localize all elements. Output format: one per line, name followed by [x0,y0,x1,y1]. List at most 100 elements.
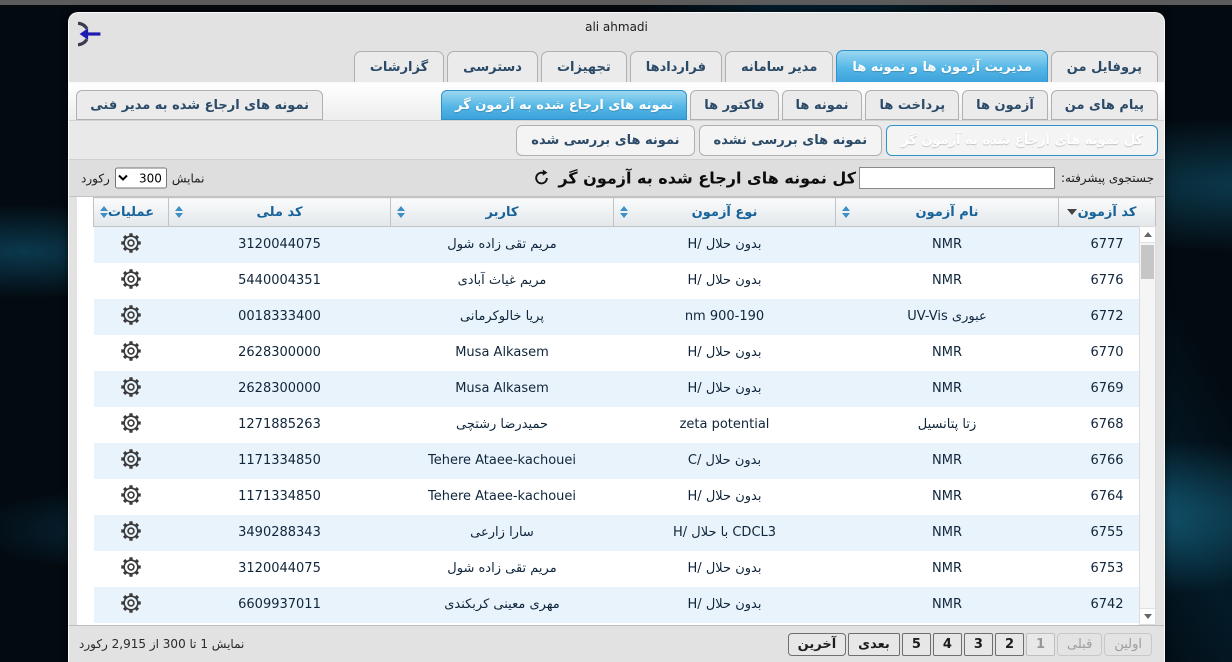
tab-tests[interactable]: آزمون ها [962,90,1048,120]
settings-gear-button[interactable] [118,518,144,544]
cell-test-type: H/ بدون حلال [614,335,836,371]
cell-national-id: 6609937011 [169,587,391,623]
cell-operations [94,263,169,299]
cell-user: پریا خالوکرمانی [391,299,614,335]
cell-national-id: 2628300000 [169,335,391,371]
table-toolbar: جستجوی پیشرفته: کل نمونه های ارجاع شده ب… [69,160,1164,197]
cell-test-type: H/ بدون حلال [614,587,836,623]
gear-icon [118,266,144,292]
cell-test-type: nm 900-190 [614,299,836,335]
table-row: 6766 NMR C/ بدون حلال Tehere Ataee-kacho… [94,443,1156,479]
tab-system-admin[interactable]: مدیر سامانه [725,51,833,82]
column-header-test-type[interactable]: نوع آزمون [614,198,836,227]
up-arrow-icon [1144,232,1152,237]
column-header-test-code[interactable]: کد آزمون [1059,198,1156,227]
tab-unreviewed-samples[interactable]: نمونه های بررسی نشده [699,125,883,156]
column-header-national-id[interactable]: کد ملی [169,198,391,227]
settings-gear-button[interactable] [118,590,144,616]
cell-operations [94,587,169,623]
table-row: 6764 NMR H/ بدون حلال Tehere Ataee-kacho… [94,479,1156,515]
cell-operations [94,299,169,335]
records-label: رکورد [81,171,110,185]
settings-gear-button[interactable] [118,374,144,400]
tab-equipment[interactable]: تجهیزات [541,51,627,82]
tab-samples-referred-to-technical-manager[interactable]: نمونه های ارجاع شده به مدیر فنی [76,90,323,120]
cell-test-name: UV-Vis عبوری [836,299,1059,335]
table-row: 6777 NMR H/ بدون حلال مریم تقی زاده شول … [94,227,1156,263]
cell-operations [94,443,169,479]
cell-test-name: NMR [836,371,1059,407]
cell-national-id: 1171334850 [169,479,391,515]
page-size-group: نمایش 300 رکورد [81,168,204,189]
refresh-button[interactable] [533,170,550,187]
settings-gear-button[interactable] [118,410,144,436]
settings-gear-button[interactable] [118,554,144,580]
cell-national-id: 2628300000 [169,371,391,407]
gear-icon [118,590,144,616]
tab-my-profile[interactable]: پروفایل من [1051,51,1158,82]
cell-national-id: 0018333400 [169,299,391,335]
page-button-8[interactable]: آخرین [788,633,847,656]
settings-gear-button[interactable] [118,446,144,472]
cell-test-name: NMR [836,443,1059,479]
advanced-search-label: جستجوی پیشرفته: [1061,171,1154,185]
table-row: 6753 NMR H/ بدون حلال مریم تقی زاده شول … [94,551,1156,587]
gear-icon [118,338,144,364]
tab-my-messages[interactable]: پیام های من [1051,90,1158,120]
tab-reports[interactable]: گزارشات [354,51,444,82]
cell-test-name: NMR [836,587,1059,623]
settings-gear-button[interactable] [118,266,144,292]
show-label: نمایش [172,171,205,185]
page-button-5[interactable]: 4 [933,633,962,656]
table-row: 6768 زتا پتانسیل zeta potential حمیدرضا … [94,407,1156,443]
cell-test-name: NMR [836,479,1059,515]
gear-icon [118,482,144,508]
vertical-scrollbar[interactable] [1139,226,1156,625]
page-button-2: 1 [1026,633,1055,656]
cell-user: مریم تقی زاده شول [391,227,614,263]
cell-test-name: NMR [836,551,1059,587]
cell-user: Musa Alkasem [391,371,614,407]
tab-samples-referred-to-examiner[interactable]: نمونه های ارجاع شده به آزمون گر [441,90,687,120]
table-title-group: کل نمونه های ارجاع شده به آزمون گر [533,169,856,188]
tab-tests-and-samples-management[interactable]: مدیریت آزمون ها و نمونه ها [836,50,1047,82]
gear-icon [118,446,144,472]
scroll-up-button[interactable] [1140,227,1155,243]
tab-invoices[interactable]: فاکتور ها [690,90,778,120]
column-header-test-name[interactable]: نام آزمون [836,198,1059,227]
scrollbar-thumb[interactable] [1141,245,1154,279]
page-button-0: اولین [1104,633,1152,656]
table-row: 6776 NMR H/ بدون حلال مریم غیاث آبادی 54… [94,263,1156,299]
cell-test-name: NMR [836,335,1059,371]
page-button-3[interactable]: 2 [995,633,1024,656]
tab-access[interactable]: دسترسی [447,51,538,82]
tab-payments[interactable]: پرداخت ها [865,90,959,120]
tab-all-referred-samples[interactable]: کل نمونه های ارجاع شده به آزمون گر [886,125,1158,156]
cell-operations [94,479,169,515]
settings-gear-button[interactable] [118,230,144,256]
settings-gear-button[interactable] [118,302,144,328]
table-row: 6769 NMR H/ بدون حلال Musa Alkasem 26283… [94,371,1156,407]
page-size-select[interactable]: 300 [115,168,167,189]
page-button-1: قبلی [1057,633,1102,656]
cell-operations [94,551,169,587]
tab-samples[interactable]: نمونه ها [782,90,863,120]
logout-button[interactable] [78,18,110,54]
cell-user: Tehere Ataee-kachouei [391,443,614,479]
column-header-user[interactable]: کاربر [391,198,614,227]
gear-icon [118,374,144,400]
tab-contracts[interactable]: فراردادها [630,51,722,82]
scroll-down-button[interactable] [1140,608,1155,624]
sort-arrows-icon [620,206,628,218]
cell-test-type: H/ بدون حلال [614,551,836,587]
settings-gear-button[interactable] [118,482,144,508]
settings-gear-button[interactable] [118,338,144,364]
advanced-search-input[interactable] [859,167,1055,189]
refresh-icon [533,170,550,187]
column-header-operations[interactable]: عملیات [94,198,169,227]
tab-reviewed-samples[interactable]: نمونه های بررسی شده [516,125,694,156]
table-row: 6772 UV-Vis عبوری nm 900-190 پریا خالوکر… [94,299,1156,335]
page-button-6[interactable]: 5 [902,633,931,656]
page-button-4[interactable]: 3 [964,633,993,656]
page-button-7[interactable]: بعدی [848,633,900,656]
